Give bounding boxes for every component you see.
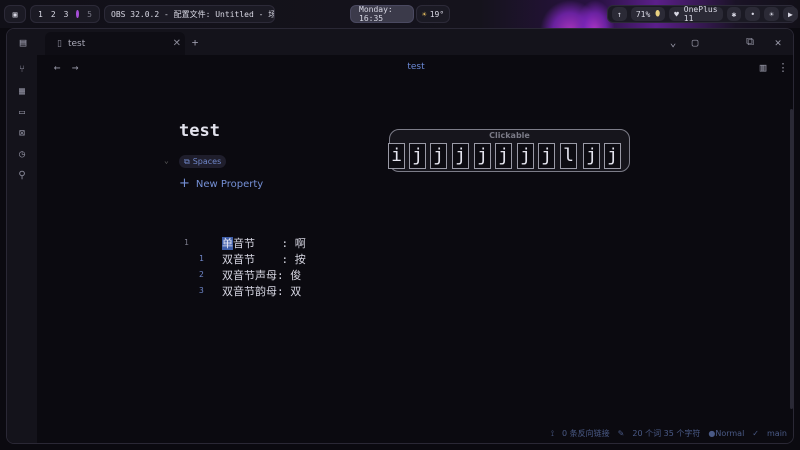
window-title-text: OBS 32.0.2 - 配置文件: Untitled - 场景: Un… — [111, 9, 274, 19]
hint-box[interactable]: l — [560, 143, 577, 169]
sidebar-toggle-icon[interactable]: ▤ — [15, 34, 31, 50]
right-sidebar-toggle-icon[interactable]: ▢ — [687, 34, 703, 50]
clock[interactable]: Monday: 16:35 — [350, 5, 414, 23]
heart-icon: ♥ — [674, 9, 679, 19]
edit-icon: ✎ — [617, 429, 625, 438]
tab-close-icon[interactable]: ✕ — [173, 38, 181, 49]
workspace-1[interactable]: 1 — [34, 10, 47, 19]
inline-title[interactable]: test — [179, 121, 220, 141]
relative-line-number: 3 — [199, 286, 204, 295]
active-window-title: OBS 32.0.2 - 配置文件: Untitled - 场景: Un… — [104, 5, 275, 23]
clickable-hints-overlay: Clickable i j j j j j j j l j j — [388, 129, 630, 172]
line-number: 1 — [184, 238, 189, 247]
hint-box[interactable]: j — [538, 143, 555, 169]
title-bar: ▤ ▯ test ✕ + ⌄ ▢ ⧉ ✕ — [7, 29, 793, 55]
tab-test[interactable]: ▯ test ✕ — [45, 32, 185, 55]
workspace-active-indicator[interactable] — [76, 10, 80, 18]
new-property-label: New Property — [195, 179, 264, 190]
hint-box[interactable]: j — [583, 143, 600, 169]
ribbon: ⑂ ▦ ▭ ⊠ ◷ ⚲ — [7, 55, 37, 443]
editor-pane: ← → test ▥ ⋮ test ⌄ ⧉ Spaces + New Proper… — [37, 55, 793, 443]
battery-percent: 71% — [635, 9, 651, 19]
hint-box[interactable]: j — [409, 143, 426, 169]
editor-line[interactable]: 单音节 : 啊 — [222, 235, 306, 251]
tag-icon: ⧉ — [184, 156, 190, 166]
plus-icon: + — [179, 176, 190, 191]
workspace-5[interactable]: 5 — [83, 10, 96, 19]
canvas-icon[interactable]: ▭ — [14, 104, 30, 120]
line-text: 音节 : 啊 — [233, 237, 306, 250]
weather-temp: 19° — [429, 9, 445, 19]
brightness-chip[interactable]: ☀ — [764, 7, 779, 21]
vim-mode: ●Normal — [708, 429, 744, 438]
dot-chip[interactable]: • — [745, 7, 761, 21]
hint-box[interactable]: i — [388, 143, 405, 169]
clock-icon[interactable]: ◷ — [14, 146, 30, 162]
check-icon: ✓ — [752, 429, 759, 438]
git-branch[interactable]: main — [767, 429, 787, 438]
scrollbar[interactable] — [790, 109, 793, 409]
workspace-3[interactable]: 3 — [60, 10, 73, 19]
property-tag[interactable]: ⧉ Spaces — [179, 155, 227, 168]
device-name: OnePlus 11 — [683, 5, 718, 23]
terminal-icon[interactable]: ⊠ — [14, 125, 30, 141]
template-icon[interactable]: ⚲ — [14, 167, 30, 183]
hint-box[interactable]: j — [452, 143, 469, 169]
device-chip[interactable]: ♥ OnePlus 11 — [669, 5, 723, 23]
word-count: 20 个词 35 个字符 — [632, 429, 701, 438]
tab-list-icon[interactable]: ⌄ — [665, 34, 681, 50]
chevron-down-icon[interactable]: ⌄ — [164, 156, 169, 165]
media-chip[interactable]: ▶ — [783, 7, 798, 21]
window-icon: ▣ — [12, 9, 18, 19]
grid-icon[interactable]: ▦ — [14, 83, 30, 99]
relative-line-number: 2 — [199, 270, 204, 279]
hint-box[interactable]: j — [517, 143, 534, 169]
bluetooth-chip[interactable]: ✱ — [726, 7, 742, 21]
editor-line[interactable]: 双音节 : 按 — [222, 251, 306, 267]
graph-icon[interactable]: ⑂ — [14, 61, 30, 77]
more-options-icon[interactable]: ⋮ — [775, 59, 791, 75]
editor-line[interactable]: 双音节声母: 俊 — [222, 267, 301, 283]
view-header-title[interactable]: test — [37, 62, 793, 72]
reading-view-icon[interactable]: ▥ — [755, 59, 771, 75]
relative-line-number: 1 — [199, 254, 204, 263]
hint-box[interactable]: j — [604, 143, 621, 169]
battery-chip[interactable]: 71% ⬮ — [630, 7, 666, 21]
file-icon: ▯ — [57, 38, 62, 49]
workspace-2[interactable]: 2 — [47, 10, 60, 19]
clock-text: Monday: 16:35 — [359, 5, 393, 23]
overlay-label: Clickable — [489, 131, 530, 140]
weather-widget[interactable]: ☀ 19° — [416, 5, 450, 23]
close-window-icon[interactable]: ✕ — [770, 34, 786, 50]
launcher-button[interactable]: ▣ — [4, 5, 26, 23]
sun-icon: ☀ — [421, 9, 427, 19]
editor-line[interactable]: 双音节韵母: 双 — [222, 283, 301, 299]
workspace-switcher[interactable]: 1 2 3 5 — [30, 5, 100, 23]
text-cursor: 单 — [222, 237, 233, 250]
obsidian-window: ▤ ▯ test ✕ + ⌄ ▢ ⧉ ✕ ⑂ ▦ ▭ ⊠ ◷ ⚲ ← → tes… — [6, 28, 794, 444]
hint-box[interactable]: j — [495, 143, 512, 169]
new-property-button[interactable]: + New Property — [179, 176, 263, 191]
backlinks-count[interactable]: 0 条反向链接 — [562, 428, 610, 439]
new-tab-button[interactable]: + — [187, 34, 203, 50]
restore-window-icon[interactable]: ⧉ — [742, 34, 758, 50]
backlinks-icon: ⟟ — [551, 428, 555, 438]
hint-box[interactable]: j — [474, 143, 491, 169]
network-chip[interactable]: ↑ — [612, 7, 627, 21]
battery-icon: ⬮ — [655, 9, 661, 18]
status-bar: ⟟ 0 条反向链接 ✎ 20 个词 35 个字符 ●Normal ✓ main — [551, 428, 787, 439]
mode-label: Normal — [715, 429, 745, 438]
hint-box[interactable]: j — [430, 143, 447, 169]
tag-label: Spaces — [192, 157, 222, 166]
tab-label: test — [67, 38, 86, 49]
system-tray: ↑ 71% ⬮ ♥ OnePlus 11 ✱ • ☀ ▶ — [607, 5, 798, 23]
